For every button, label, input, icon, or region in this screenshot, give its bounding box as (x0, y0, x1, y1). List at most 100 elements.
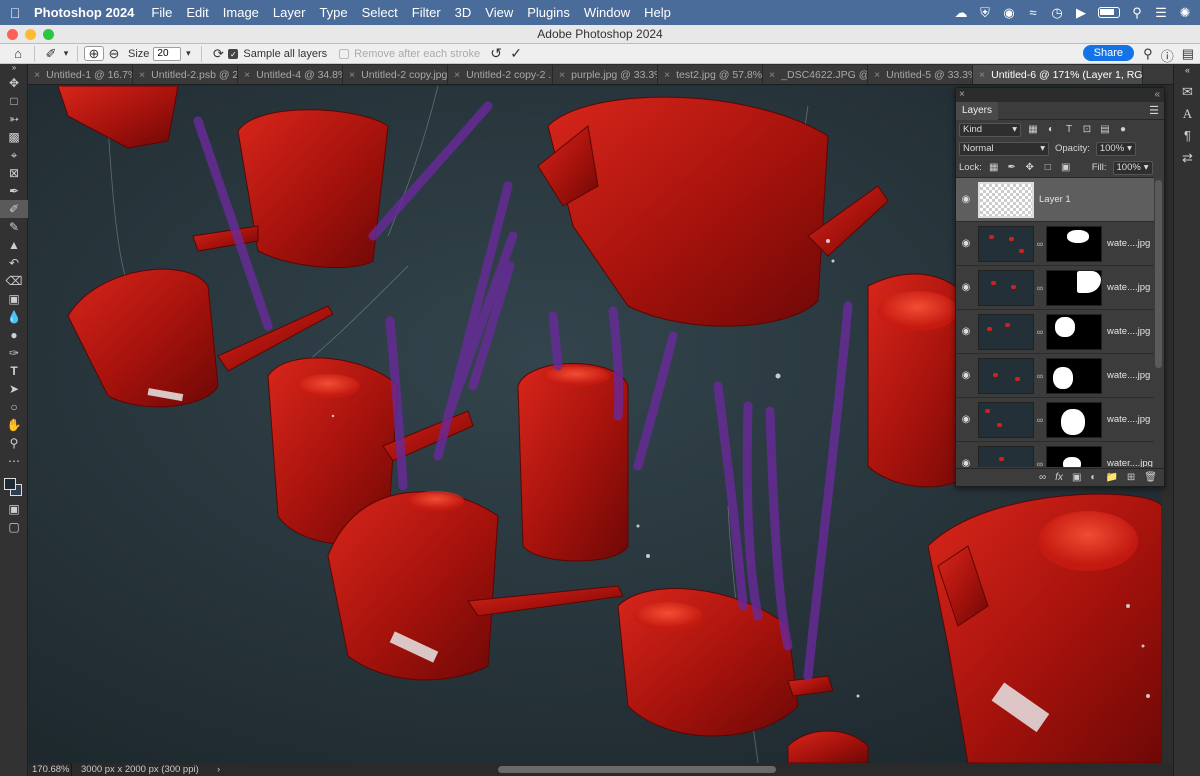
battery-icon[interactable] (1098, 7, 1120, 18)
size-dropdown-icon[interactable]: ▾ (181, 48, 195, 59)
screen-mode-icon[interactable]: ▢ (0, 518, 28, 536)
dodge-tool-icon[interactable]: ● (0, 326, 28, 344)
menu-help[interactable]: Help (637, 5, 678, 20)
close-tab-icon[interactable]: × (979, 69, 985, 81)
eye-icon[interactable]: ◉ (956, 326, 976, 337)
eraser-tool-icon[interactable]: ⌫ (0, 272, 28, 290)
marquee-tool-icon[interactable]: □ (0, 92, 28, 110)
menu-select[interactable]: Select (355, 5, 405, 20)
layer-row[interactable]: ◉ ∞ wate....jpg (956, 222, 1154, 266)
close-tab-icon[interactable]: × (349, 69, 355, 81)
lasso-tool-icon[interactable]: ➳ (0, 110, 28, 128)
tab-untitled-2-psb[interactable]: × Untitled-2.psb @ 2... (133, 65, 238, 84)
eye-icon[interactable]: ◉ (956, 458, 976, 467)
pen-tool-icon[interactable]: ✑ (0, 344, 28, 362)
link-chain-icon[interactable]: ∞ (1034, 415, 1046, 425)
eye-icon[interactable]: ◉ (956, 370, 976, 381)
apple-menu-icon[interactable]:  (0, 5, 30, 21)
layers-tab[interactable]: Layers (956, 101, 999, 120)
new-layer-icon[interactable]: ⊞ (1127, 472, 1135, 483)
chevron-down-icon[interactable]: ▾ (61, 48, 71, 59)
filter-smart-object-icon[interactable]: ▤ (1099, 124, 1111, 135)
layer-mask-thumbnail[interactable] (1046, 357, 1102, 394)
blur-tool-icon[interactable]: 💧 (0, 308, 28, 326)
filter-toggle-icon[interactable]: ● (1117, 124, 1129, 135)
eye-icon[interactable]: ◉ (956, 414, 976, 425)
menu-type[interactable]: Type (312, 5, 354, 20)
layer-mask-thumbnail[interactable] (1046, 445, 1102, 467)
tab-untitled-6[interactable]: ×Untitled-6 @ 171% (Layer 1, RGB/8) * (973, 65, 1143, 84)
status-menu-arrow[interactable]: › (217, 763, 220, 776)
character-panel-icon[interactable]: A (1174, 103, 1200, 125)
quick-selection-preset-icon[interactable]: ✐ (41, 46, 61, 62)
lock-position-icon[interactable]: ✥ (1024, 162, 1036, 173)
lock-all-icon[interactable]: ▣ (1060, 162, 1072, 173)
close-panel-icon[interactable]: × (956, 89, 965, 100)
filter-pixel-icon[interactable]: ▦ (1027, 124, 1039, 135)
remove-after-stroke-checkbox[interactable] (339, 48, 350, 59)
enhance-edge-icon[interactable]: ⟳ (208, 46, 228, 62)
lock-artboard-icon[interactable]: □ (1042, 162, 1054, 173)
move-tool-icon[interactable]: ✥ (0, 74, 28, 92)
lock-image-pixels-icon[interactable]: ✒ (1006, 162, 1018, 173)
control-center-icon[interactable]: ☰ (1154, 5, 1168, 21)
tab-untitled-2-copy-2[interactable]: × Untitled-2 copy-2 ... (448, 65, 553, 84)
history-panel-icon[interactable]: ⇄ (1174, 147, 1200, 169)
zoom-window-button[interactable] (43, 29, 54, 40)
link-layers-icon[interactable]: ∞ (1039, 472, 1046, 483)
layer-row[interactable]: ◉ ∞ water....jpg (956, 442, 1154, 467)
eye-icon[interactable]: ◉ (956, 238, 976, 249)
crop-tool-icon[interactable]: ⌖ (0, 146, 28, 164)
gradient-tool-icon[interactable]: ▣ (0, 290, 28, 308)
add-mask-icon[interactable]: ▣ (1072, 472, 1081, 483)
brush-tool-icon[interactable]: ✎ (0, 218, 28, 236)
layer-row[interactable]: ◉ ∞ wate....jpg (956, 398, 1154, 442)
add-to-selection-icon[interactable]: ⊕ (84, 46, 104, 61)
new-group-icon[interactable]: 📁 (1105, 472, 1117, 483)
menu-file[interactable]: File (144, 5, 179, 20)
search-icon[interactable]: ⚲ (1130, 5, 1144, 21)
menu-3d[interactable]: 3D (448, 5, 479, 20)
tab-test2[interactable]: ×test2.jpg @ 57.8% (... (658, 65, 763, 84)
subtract-from-selection-icon[interactable]: ⊖ (104, 46, 124, 62)
shield-icon[interactable]: ⛨ (978, 5, 992, 21)
wifi-icon[interactable]: ≈ (1026, 5, 1040, 20)
workspace-icon[interactable]: ▤ (1182, 46, 1194, 65)
undo-icon[interactable]: ↺ (486, 45, 506, 62)
panel-menu-icon[interactable]: ☰ (1149, 104, 1159, 117)
eye-icon[interactable]: ◉ (956, 194, 976, 205)
shape-tool-icon[interactable]: ○ (0, 398, 28, 416)
hand-tool-icon[interactable]: ✋ (0, 416, 28, 434)
healing-brush-tool-icon[interactable]: ✐ (0, 200, 28, 218)
help-icon[interactable]: ⓘ (1161, 46, 1174, 65)
fill-input[interactable]: 100% ▾ (1112, 160, 1153, 175)
search-icon[interactable]: ⚲ (1143, 46, 1153, 65)
comments-icon[interactable]: ✉ (1174, 81, 1200, 103)
menu-image[interactable]: Image (216, 5, 266, 20)
menu-layer[interactable]: Layer (266, 5, 313, 20)
sample-all-layers-checkbox[interactable]: ✓ (228, 48, 239, 59)
blend-mode-dropdown[interactable]: Normal ▾ (959, 141, 1049, 156)
delete-layer-icon[interactable]: 🗑 (1144, 472, 1157, 483)
close-tab-icon[interactable]: × (874, 69, 880, 81)
home-icon[interactable]: ⌂ (8, 46, 28, 61)
filter-adjustment-icon[interactable]: ◐ (1045, 124, 1057, 135)
close-tab-icon[interactable]: × (34, 69, 40, 81)
lock-transparent-pixels-icon[interactable]: ▦ (988, 162, 1000, 173)
tab-untitled-1[interactable]: ×Untitled-1 @ 16.7%... (28, 65, 133, 84)
filter-shape-icon[interactable]: ⊡ (1081, 124, 1093, 135)
stamp-tool-icon[interactable]: ▲ (0, 236, 28, 254)
filter-type-icon[interactable]: T (1063, 124, 1075, 135)
layer-mask-thumbnail[interactable] (1046, 269, 1102, 306)
menu-filter[interactable]: Filter (405, 5, 448, 20)
app-menu[interactable]: Photoshop 2024 (30, 5, 144, 20)
layer-row[interactable]: ◉ ∞ wate....jpg (956, 354, 1154, 398)
eye-icon[interactable]: ◉ (956, 282, 976, 293)
tab-untitled-2-copy[interactable]: × Untitled-2 copy.jpg... (343, 65, 448, 84)
layer-row[interactable]: ◉ ∞ wate....jpg (956, 266, 1154, 310)
collapse-dock-icon[interactable]: « (1174, 65, 1200, 77)
layer-mask-thumbnail[interactable] (1046, 401, 1102, 438)
quick-mask-icon[interactable]: ▣ (0, 500, 28, 518)
tab-untitled-4[interactable]: ×Untitled-4 @ 34.8%... (238, 65, 343, 84)
close-tab-icon[interactable]: × (244, 69, 250, 81)
